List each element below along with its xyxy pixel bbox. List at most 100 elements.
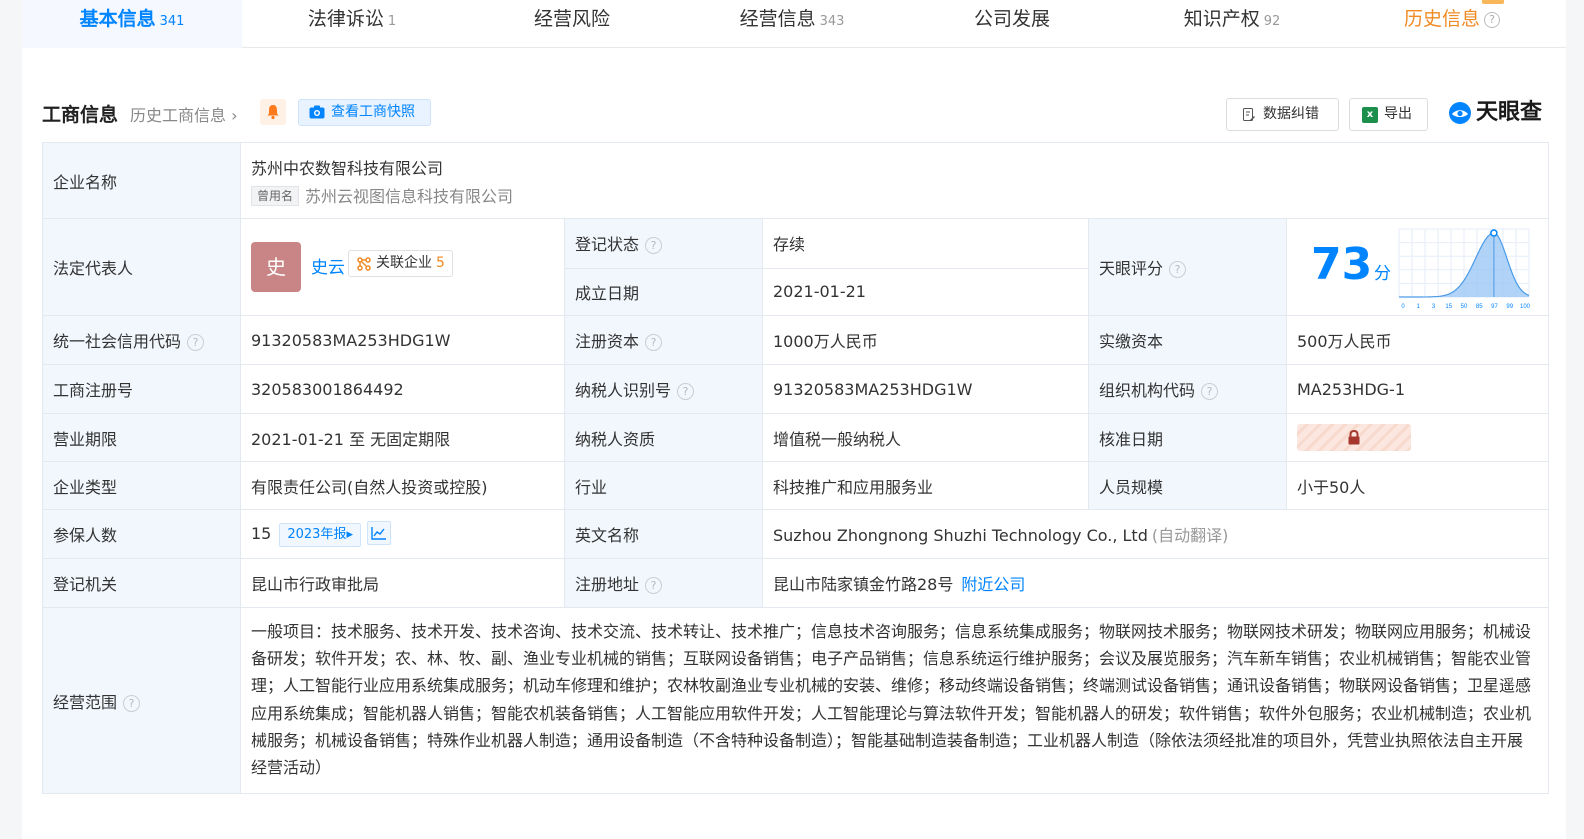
section-title: 工商信息 xyxy=(42,104,119,126)
tab-label: 知识产权 xyxy=(1183,8,1260,30)
reg-capital-label-cell: 注册资本? xyxy=(564,315,763,365)
help-icon[interactable]: ? xyxy=(1201,383,1219,400)
score-label-cell: 天眼评分? xyxy=(1088,218,1287,316)
table-row: 统一社会信用代码? 91320583MA253HDG1W 注册资本? 1000万… xyxy=(42,315,1550,365)
tab-history[interactable]: 历史信息? xyxy=(1342,0,1562,48)
table-row: 经营范围? 一般项目：技术服务、技术开发、技术咨询、技术交流、技术转让、技术推广… xyxy=(42,606,1550,795)
reg-authority-label: 登记机关 xyxy=(42,558,241,608)
table-row: 企业名称 苏州中农数智科技有限公司 曾用名 苏州云视图信息科技有限公司 xyxy=(42,142,1550,219)
excel-icon: x xyxy=(1362,107,1378,123)
lock-icon xyxy=(1348,430,1360,445)
new-badge xyxy=(1482,0,1504,4)
former-name-tag: 曾用名 xyxy=(251,185,300,206)
tab-count: 341 xyxy=(159,14,185,29)
tab-label: 历史信息 xyxy=(1403,8,1480,30)
data-correction-label: 数据纠错 xyxy=(1263,106,1319,122)
tab-legal[interactable]: 法律诉讼 1 xyxy=(242,0,462,48)
org-code-label: 组织机构代码 xyxy=(1099,381,1196,400)
chevron-right-icon: › xyxy=(226,106,238,125)
data-correction-button[interactable]: 数据纠错 xyxy=(1226,98,1339,131)
avatar[interactable]: 史 xyxy=(251,242,301,292)
locked-value[interactable] xyxy=(1297,424,1411,451)
trend-chart-button[interactable] xyxy=(366,521,391,545)
paid-capital-value: 500万人民币 xyxy=(1285,315,1550,365)
credit-code-value: 91320583MA253HDG1W xyxy=(240,315,565,365)
tab-label: 基本信息 xyxy=(79,8,156,30)
tab-basic-info[interactable]: 基本信息 341 xyxy=(22,0,242,48)
score-tick-label: 0 xyxy=(1401,304,1405,310)
reg-number-label: 工商注册号 xyxy=(42,364,241,414)
help-icon[interactable]: ? xyxy=(1169,261,1187,278)
help-icon[interactable]: ? xyxy=(187,334,205,351)
bell-icon[interactable] xyxy=(260,99,286,125)
tab-operation[interactable]: 经营信息 343 xyxy=(682,0,902,48)
reg-authority-value: 昆山市行政审批局 xyxy=(240,558,565,608)
export-button[interactable]: x 导出 xyxy=(1349,98,1428,131)
legal-rep-cell: 史 史云 关联企业 5 xyxy=(240,218,565,316)
score-tick-label: 97 xyxy=(1491,304,1498,310)
reg-capital-value: 1000万人民币 xyxy=(762,315,1089,365)
camera-icon xyxy=(309,105,325,119)
related-companies-label: 关联企业 xyxy=(376,255,432,271)
help-icon[interactable]: ? xyxy=(645,237,663,255)
found-date-value: 2021-01-21 xyxy=(762,267,1089,316)
score-block[interactable]: 73 分 0 1 3 15 50 85 97 99 100 xyxy=(1297,219,1538,315)
snapshot-button[interactable]: 查看工商快照 xyxy=(298,99,431,126)
score-tick-label: 99 xyxy=(1506,304,1513,310)
tab-development[interactable]: 公司发展 xyxy=(902,0,1122,48)
status-label-cell: 登记状态? xyxy=(564,218,763,269)
help-icon[interactable]: ? xyxy=(123,694,141,712)
company-name-cell: 苏州中农数智科技有限公司 曾用名 苏州云视图信息科技有限公司 xyxy=(239,142,1550,219)
industry-label: 行业 xyxy=(564,461,763,510)
score-tick-label: 100 xyxy=(1520,304,1531,310)
history-business-info-link[interactable]: 历史工商信息 › xyxy=(130,102,238,126)
help-icon[interactable]: ? xyxy=(645,577,663,594)
business-scope-label: 经营范围 xyxy=(53,692,118,712)
help-icon[interactable]: ? xyxy=(645,334,663,351)
english-name-label: 英文名称 xyxy=(564,509,763,559)
caret-right-icon: ▸ xyxy=(346,527,353,542)
credit-code-label: 统一社会信用代码 xyxy=(53,332,182,351)
business-scope-label-cell: 经营范围? xyxy=(42,606,241,795)
score-label: 天眼评分 xyxy=(1099,259,1164,278)
trend-icon xyxy=(371,527,386,540)
approval-date-cell xyxy=(1285,413,1550,462)
company-type-label: 企业类型 xyxy=(42,461,241,510)
org-code-value: MA253HDG-1 xyxy=(1285,364,1550,414)
score-tick-label: 85 xyxy=(1476,304,1483,310)
tianyancha-logo-icon xyxy=(1449,102,1471,124)
org-code-label-cell: 组织机构代码? xyxy=(1088,364,1287,414)
reg-number-value: 320583001864492 xyxy=(240,364,565,414)
table-row: 登记机关 昆山市行政审批局 注册地址? 昆山市陆家镇金竹路28号 附近公司 xyxy=(42,558,1550,608)
business-scope-cell: 一般项目：技术服务、技术开发、技术咨询、技术交流、技术转让、技术推广；信息技术咨… xyxy=(239,606,1550,795)
company-type-value: 有限责任公司(自然人投资或控股) xyxy=(240,461,565,510)
business-term-label: 营业期限 xyxy=(42,413,241,462)
company-name-label: 企业名称 xyxy=(42,142,241,219)
snapshot-label: 查看工商快照 xyxy=(331,104,415,120)
tab-ip[interactable]: 知识产权 92 xyxy=(1122,0,1342,48)
found-date-label: 成立日期 xyxy=(564,267,763,316)
tab-risk[interactable]: 经营风险 xyxy=(462,0,682,48)
related-companies-count: 5 xyxy=(436,255,445,271)
legal-rep-label: 法定代表人 xyxy=(42,218,241,316)
tab-count: 343 xyxy=(819,14,845,29)
section-header: 工商信息 历史工商信息 › 查看工商快照 数据纠错 x 导出 天眼查 xyxy=(42,98,1548,131)
related-companies-button[interactable]: 关联企业 5 xyxy=(348,250,453,277)
industry-value: 科技推广和应用服务业 xyxy=(762,461,1089,510)
score-value: 73 xyxy=(1311,239,1373,290)
former-name-row: 曾用名 苏州云视图信息科技有限公司 xyxy=(251,183,1538,207)
help-icon[interactable]: ? xyxy=(1484,12,1500,28)
tab-label: 经营风险 xyxy=(533,8,610,30)
taxpayer-id-value: 91320583MA253HDG1W xyxy=(762,364,1089,414)
business-info-table: 企业名称 苏州中农数智科技有限公司 曾用名 苏州云视图信息科技有限公司 法定代表人… xyxy=(42,142,1550,795)
reg-address-value: 昆山市陆家镇金竹路28号 xyxy=(773,575,954,594)
credit-code-label-cell: 统一社会信用代码? xyxy=(42,315,241,365)
table-row: 营业期限 2021-01-21 至 无固定期限 纳税人资质 增值税一般纳税人 核… xyxy=(42,413,1550,462)
business-scope-value: 一般项目：技术服务、技术开发、技术咨询、技术交流、技术转让、技术推广；信息技术咨… xyxy=(251,622,1532,778)
nearby-companies-link[interactable]: 附近公司 xyxy=(961,575,1025,594)
annual-report-button[interactable]: 2023年报▸ xyxy=(279,523,361,547)
english-name-value: Suzhou Zhongnong Shuzhi Technology Co., … xyxy=(773,526,1148,545)
help-icon[interactable]: ? xyxy=(677,383,695,400)
network-icon xyxy=(357,257,371,271)
legal-rep-name[interactable]: 史云 xyxy=(311,253,345,278)
